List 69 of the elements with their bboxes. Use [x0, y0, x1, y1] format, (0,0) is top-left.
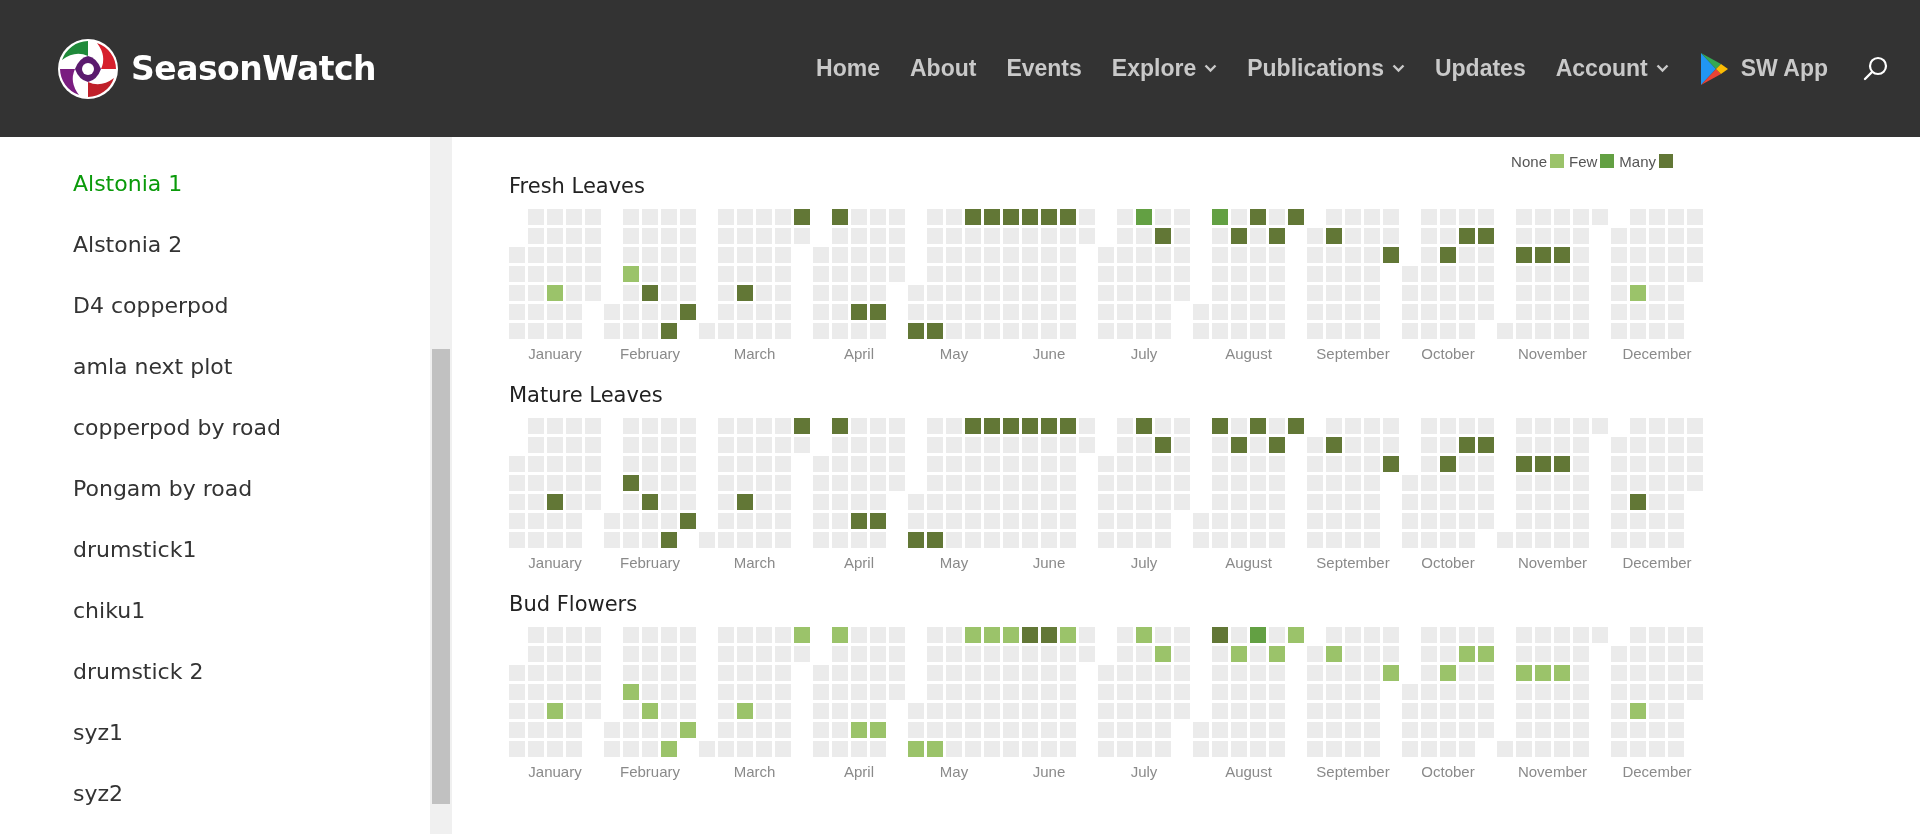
month-label: March [733, 554, 776, 572]
month-label: February [620, 554, 680, 572]
sidebar-item[interactable]: syz1 [73, 716, 430, 750]
month-label: August [1225, 345, 1272, 363]
nav-link[interactable]: About [909, 55, 977, 82]
month-label: March [733, 763, 776, 781]
section-title: Mature Leaves [509, 382, 664, 409]
month-label: January [528, 554, 582, 572]
legend-label: None [1511, 152, 1547, 170]
nav-link[interactable]: Account [1555, 55, 1669, 82]
caret-icon [1204, 64, 1218, 73]
month-label: November [1517, 763, 1588, 781]
section-title: Bud Flowers [509, 591, 639, 618]
month-label: November [1517, 345, 1588, 363]
sidebar-item[interactable]: drumstick1 [73, 533, 430, 567]
nav-link[interactable]: Publications [1247, 55, 1405, 82]
month-label: June [1032, 345, 1066, 363]
month-label: September [1316, 345, 1390, 363]
app-link[interactable]: SW App [1698, 51, 1828, 86]
sidebar-item[interactable]: chiku1 [73, 594, 430, 628]
sidebar-item[interactable]: drumstick 2 [73, 655, 430, 689]
month-label: April [844, 554, 874, 572]
month-label: February [620, 345, 680, 363]
nav-link[interactable]: Home [816, 55, 880, 82]
month-label: July [1130, 345, 1158, 363]
sidebar-item[interactable]: Pongam by road [73, 472, 430, 506]
legend-label: Few [1568, 152, 1598, 170]
month-label: September [1316, 554, 1390, 572]
search-icon[interactable] [1862, 54, 1890, 83]
sidebar-item[interactable]: D4 copperpod [73, 289, 430, 323]
nav-link[interactable]: Events [1006, 55, 1082, 82]
scrollbar-thumb[interactable] [432, 349, 450, 804]
sidebar-item[interactable]: Alstonia 1 [73, 167, 430, 201]
month-label: December [1622, 554, 1692, 572]
legend-label: Many [1619, 152, 1656, 170]
sidebar-item[interactable]: Alstonia 2 [73, 228, 430, 262]
play-store-icon [1698, 51, 1729, 86]
site-logo-text[interactable]: SeasonWatch [131, 49, 377, 88]
month-label: August [1225, 763, 1272, 781]
month-label: January [528, 345, 582, 363]
month-label: October [1421, 554, 1475, 572]
caret-icon [1391, 64, 1405, 73]
month-label: December [1622, 345, 1692, 363]
month-label: November [1517, 554, 1588, 572]
month-label: May [939, 345, 969, 363]
month-label: April [844, 763, 874, 781]
month-label: May [939, 763, 969, 781]
nav-link[interactable]: Updates [1434, 55, 1526, 82]
section-title: Fresh Leaves [509, 173, 646, 200]
month-label: January [528, 763, 582, 781]
sidebar-item[interactable]: copperpod by road [73, 411, 430, 445]
sidebar-item[interactable]: amla next plot [73, 350, 430, 384]
month-label: June [1032, 763, 1066, 781]
month-label: June [1032, 554, 1066, 572]
month-label: December [1622, 763, 1692, 781]
month-label: October [1421, 763, 1475, 781]
month-label: October [1421, 345, 1475, 363]
month-label: August [1225, 554, 1272, 572]
caret-icon [1655, 64, 1669, 73]
month-label: September [1316, 763, 1390, 781]
month-label: February [620, 763, 680, 781]
month-label: March [733, 345, 776, 363]
month-label: July [1130, 554, 1158, 572]
month-label: July [1130, 763, 1158, 781]
month-label: May [939, 554, 969, 572]
nav-link[interactable]: Explore [1111, 55, 1218, 82]
month-label: April [844, 345, 874, 363]
sidebar-item[interactable]: syz2 [73, 777, 430, 811]
logo-icon[interactable] [57, 37, 119, 100]
